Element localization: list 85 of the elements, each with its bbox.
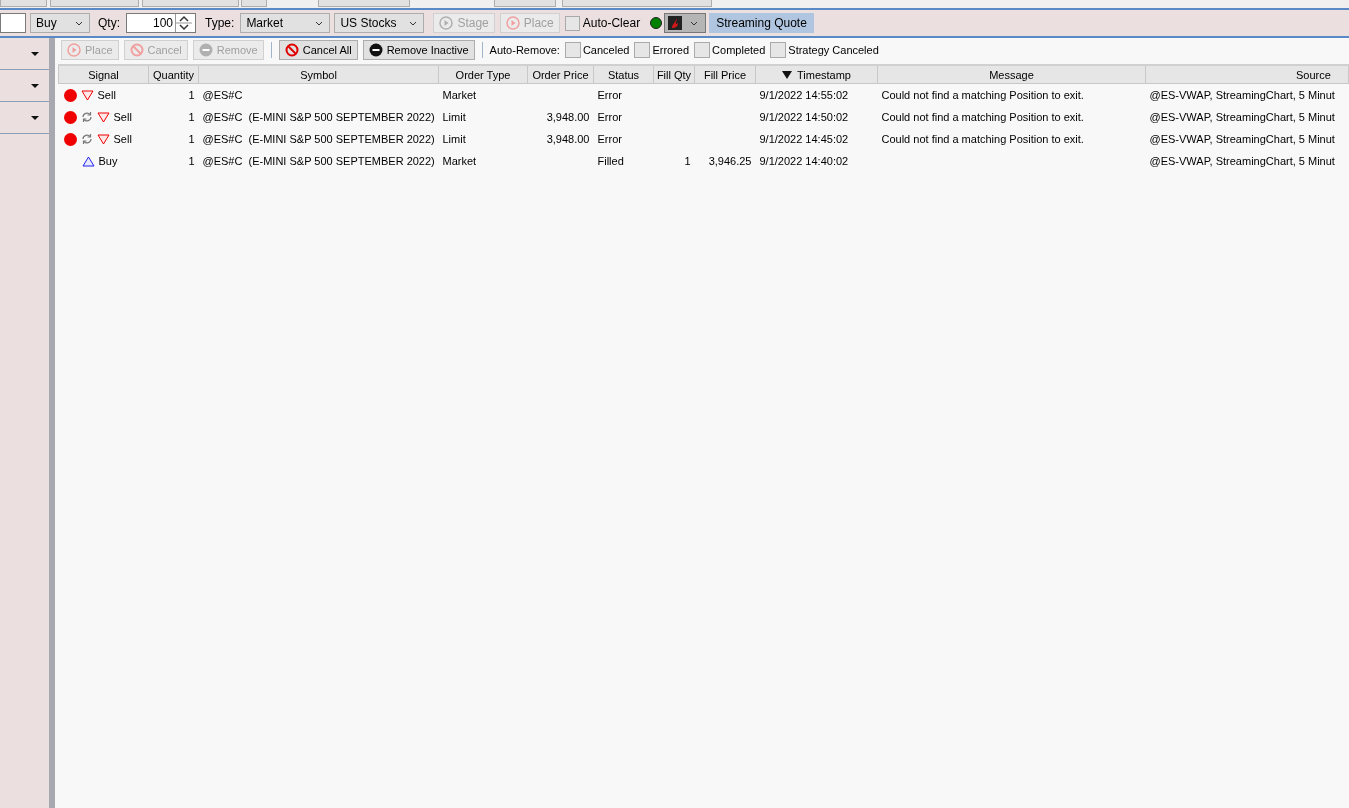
qty-spinner[interactable]: 100 [126,13,196,33]
side-dropdown[interactable]: Buy [30,13,90,33]
table-cell: Error [597,133,622,145]
dropdown-arrow-icon[interactable] [31,51,39,56]
table-cell: 9/1/2022 14:45:02 [759,133,849,145]
chevron-down-icon [75,20,83,26]
table-cell: @ES#C (E-MINI S&P 500 SEPTEMBER 2022) [202,155,435,167]
table-cell: @ES#C (E-MINI S&P 500 SEPTEMBER 2022) [202,111,435,123]
column-header[interactable]: Source [1145,65,1349,84]
table-cell: @ES-VWAP, StreamingChart, 5 Minut [1149,111,1335,123]
chevron-down-icon [409,20,418,26]
flame-icon [668,16,683,30]
cancel-icon [129,43,144,57]
auto-remove-checkbox[interactable] [634,42,651,58]
table-cell: Could not find a matching Position to exit. [881,89,1084,101]
auto-remove-checkbox[interactable] [770,42,787,58]
column-header[interactable]: Quantity [148,65,199,84]
table-cell: @ES#C (E-MINI S&P 500 SEPTEMBER 2022) [202,133,435,145]
table-cell: Could not find a matching Position to exit. [881,133,1084,145]
cancel-button[interactable]: Cancel All [278,40,358,60]
dropdown-arrow-icon[interactable] [31,83,39,88]
table-cell: 3,948.00 [546,111,590,123]
cancel-icon [284,43,299,57]
table-cell: Error [597,111,622,123]
table-cell: 1 [188,133,195,145]
account-field[interactable] [0,13,26,33]
play-icon [439,16,454,30]
table-cell: Could not find a matching Position to exit. [881,111,1084,123]
column-header[interactable]: Status [593,65,654,84]
table-cell: 1 [684,155,691,167]
table-cell: Market [442,89,477,101]
table-cell: @ES-VWAP, StreamingChart, 5 Minut [1149,133,1335,145]
checkbox-label: Canceled [582,44,630,56]
signal-label: Sell [97,89,116,101]
table-cell: 1 [188,111,195,123]
checkbox-label: Strategy Canceled [788,44,879,56]
checkbox-label: Completed [712,44,766,56]
column-header[interactable]: Symbol [198,65,439,84]
type-label: Type: [205,16,235,30]
column-header[interactable]: Message [877,65,1146,84]
table-cell: 9/1/2022 14:55:02 [759,89,849,101]
table-cell: Market [442,155,477,167]
sort-descending-icon [782,70,792,79]
spin-arrows-icon [176,14,192,32]
column-header[interactable]: Timestamp [755,65,878,84]
table-cell: Limit [442,111,466,123]
auto-remove-checkbox[interactable] [694,42,711,58]
order-type-dropdown[interactable]: Market [240,13,331,33]
signal-label: Buy [98,155,118,167]
table-cell: 1 [188,155,195,167]
table-cell: 9/1/2022 14:40:02 [759,155,849,167]
asset-class-dropdown[interactable]: US Stocks [334,13,425,33]
auto-remove-checkbox[interactable] [564,42,581,58]
signal-label: Sell [113,133,132,145]
table-cell: Error [597,89,622,101]
column-header[interactable]: Fill Price [694,65,756,84]
quote-source-dropdown[interactable] [664,13,707,33]
play-icon [505,16,520,30]
table-cell: Limit [442,133,466,145]
signal-label: Sell [113,111,132,123]
table-cell: 3,946.25 [708,155,752,167]
auto-remove-label: Auto-Remove: [489,44,560,56]
chevron-down-icon [315,20,324,26]
column-header[interactable]: Order Type [438,65,528,84]
table-cell: 3,948.00 [546,133,590,145]
streaming-quote-toggle[interactable]: Streaming Quote [709,13,814,33]
table-cell: @ES-VWAP, StreamingChart, 5 Minut [1149,155,1335,167]
column-header[interactable]: Signal [58,65,149,84]
table-cell: 1 [188,89,195,101]
table-cell: @ES-VWAP, StreamingChart, 5 Minut [1149,89,1335,101]
remove-icon [198,43,213,57]
play-icon [67,43,81,57]
auto-clear-label: Auto-Clear [582,16,641,30]
table-cell: 9/1/2022 14:50:02 [759,111,849,123]
remove-button[interactable]: Remove Inactive [362,40,475,60]
table-cell: @ES#C [202,89,243,101]
checkbox-label: Errored [652,44,690,56]
column-header[interactable]: Fill Qty [653,65,695,84]
remove-icon [368,43,383,57]
column-header[interactable]: Order Price [527,65,594,84]
table-cell: Filled [597,155,624,167]
auto-clear-checkbox[interactable] [564,15,580,31]
dropdown-arrow-icon[interactable] [31,115,39,120]
qty-label: Qty: [98,16,120,30]
chevron-down-icon [690,20,699,26]
